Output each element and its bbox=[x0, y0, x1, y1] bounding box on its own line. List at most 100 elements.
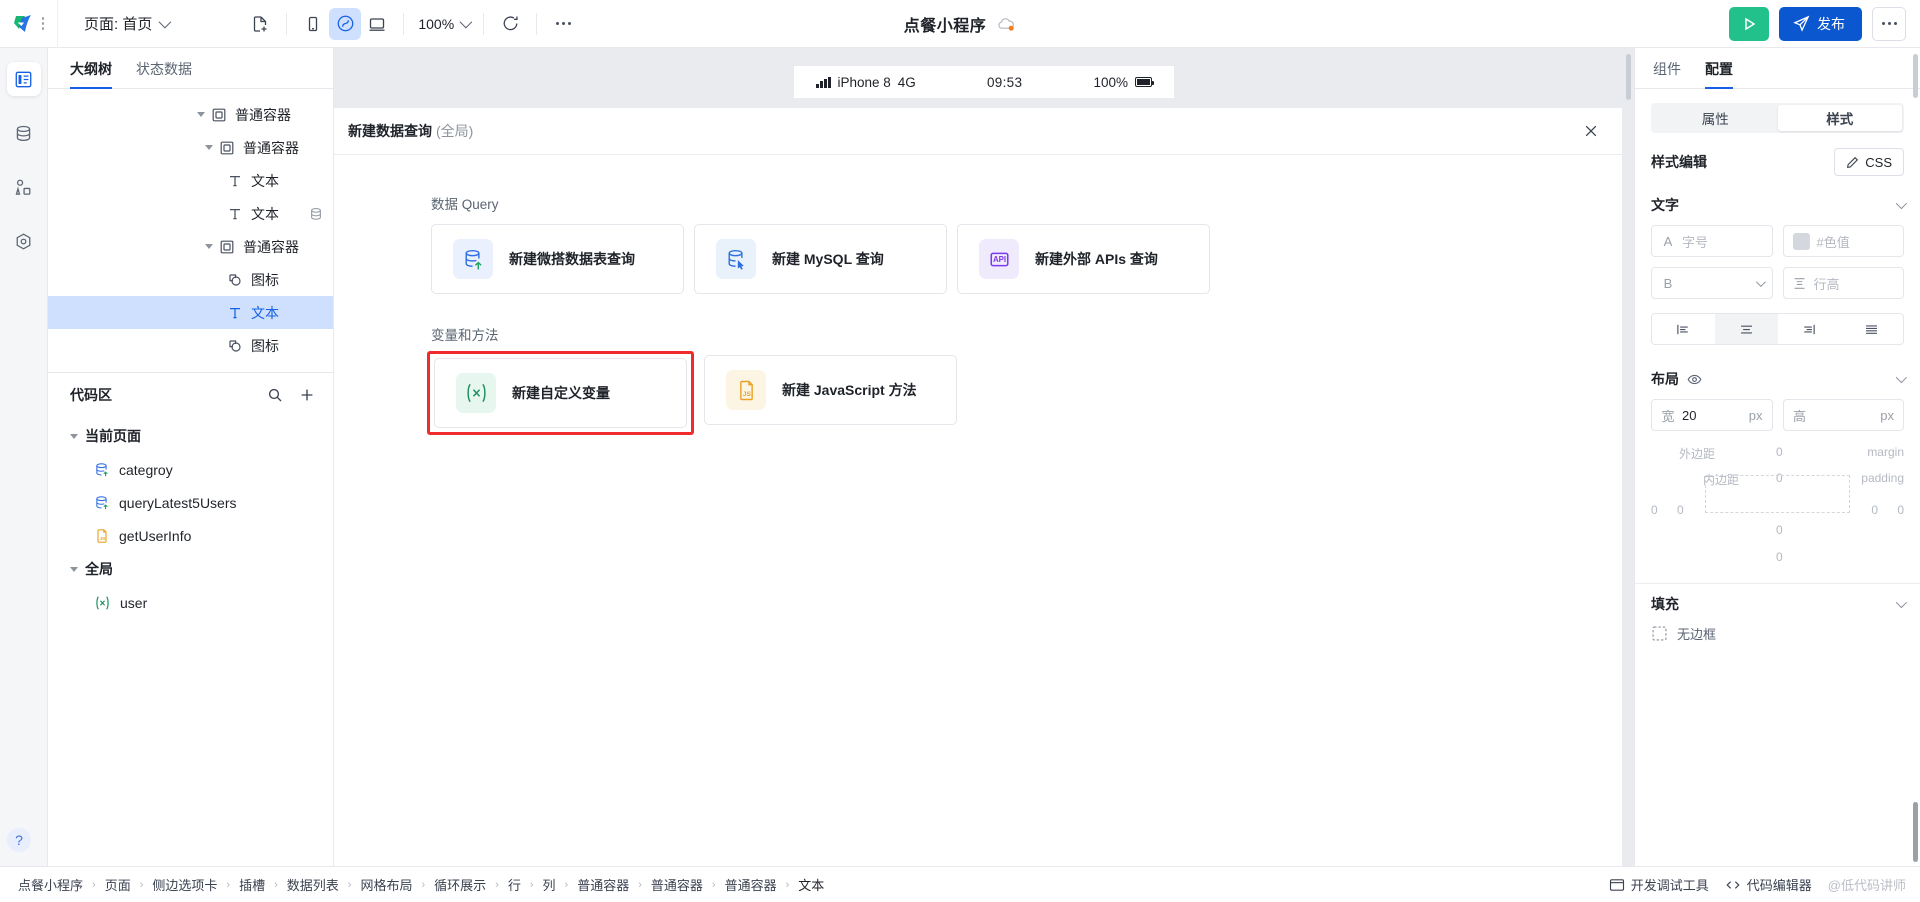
create-javascript-method-card[interactable]: JS 新建 JavaScript 方法 bbox=[704, 355, 957, 425]
tree-row[interactable]: 文本 bbox=[48, 164, 333, 197]
line-height-field[interactable]: 行高 bbox=[1782, 267, 1904, 299]
list-item-label: getUserInfo bbox=[119, 527, 192, 544]
refresh-icon[interactable] bbox=[494, 8, 526, 40]
breadcrumb-item-current[interactable]: 文本 bbox=[798, 875, 824, 894]
list-item[interactable]: JS getUserInfo bbox=[48, 519, 333, 552]
breadcrumb-item[interactable]: 循环展示 bbox=[434, 875, 486, 894]
cloud-status-icon[interactable] bbox=[996, 16, 1016, 32]
tree-row[interactable]: 图标 bbox=[48, 329, 333, 362]
divider bbox=[286, 12, 288, 35]
font-weight-select[interactable]: B bbox=[1651, 267, 1773, 299]
breadcrumb-item[interactable]: 页面 bbox=[105, 875, 131, 894]
breadcrumb-item[interactable]: 点餐小程序 bbox=[18, 875, 83, 894]
plus-icon[interactable] bbox=[299, 387, 315, 403]
caret-toggle[interactable] bbox=[70, 433, 78, 439]
segment-properties[interactable]: 属性 bbox=[1653, 105, 1778, 131]
section-header-text[interactable]: 文字 bbox=[1635, 185, 1920, 225]
align-center-icon[interactable] bbox=[1714, 314, 1778, 344]
text-color-field[interactable]: #色值 bbox=[1782, 225, 1904, 257]
text-icon bbox=[225, 174, 245, 188]
create-custom-variable-card[interactable]: 新建自定义变量 bbox=[434, 358, 687, 428]
list-item[interactable]: queryLatest5Users bbox=[48, 486, 333, 519]
sidebar-item-plugins[interactable] bbox=[7, 224, 41, 258]
margin-right-value[interactable]: 0 bbox=[1897, 503, 1904, 517]
js-file-icon: JS bbox=[726, 370, 766, 410]
sidebar-item-outline[interactable] bbox=[6, 62, 41, 96]
tree-row[interactable]: 图标 bbox=[48, 263, 333, 296]
breadcrumb-item[interactable]: 数据列表 bbox=[287, 875, 339, 894]
caret-toggle[interactable] bbox=[201, 244, 217, 249]
align-left-icon[interactable] bbox=[1652, 314, 1715, 344]
no-border-option[interactable]: 无边框 bbox=[1635, 624, 1920, 651]
breadcrumb-item[interactable]: 插槽 bbox=[239, 875, 265, 894]
create-external-apis-query-card[interactable]: API 新建外部 APIs 查询 bbox=[957, 224, 1210, 294]
section-header-layout[interactable]: 布局 bbox=[1635, 359, 1920, 399]
tab-outline-tree[interactable]: 大纲树 bbox=[70, 59, 112, 89]
logo-zone[interactable] bbox=[0, 0, 58, 48]
right-panel-scrollbar-bottom[interactable] bbox=[1913, 802, 1918, 862]
zoom-control[interactable]: 100% bbox=[414, 16, 473, 32]
eye-icon[interactable] bbox=[1687, 372, 1702, 387]
tree-row[interactable]: 文本 bbox=[48, 296, 333, 329]
margin-bottom-value[interactable]: 0 bbox=[1776, 550, 1783, 564]
color-swatch[interactable] bbox=[1792, 232, 1810, 250]
list-item[interactable]: user bbox=[48, 586, 333, 619]
kebab-vertical-icon[interactable] bbox=[41, 17, 45, 30]
breadcrumb-item[interactable]: 列 bbox=[543, 875, 556, 894]
align-justify-icon[interactable] bbox=[1840, 314, 1903, 344]
breadcrumb-item[interactable]: 侧边选项卡 bbox=[152, 875, 217, 894]
code-inspect-button[interactable]: 代码编辑器 bbox=[1725, 875, 1812, 894]
create-weda-datasource-query-card[interactable]: 新建微搭数据表查询 bbox=[431, 224, 684, 294]
segment-style[interactable]: 样式 bbox=[1777, 105, 1902, 131]
align-right-icon[interactable] bbox=[1778, 314, 1841, 344]
caret-toggle[interactable] bbox=[193, 112, 209, 117]
sidebar-item-components[interactable] bbox=[7, 170, 41, 204]
miniprogram-preview-icon[interactable] bbox=[329, 7, 362, 40]
page-selector[interactable]: 页面: 首页 bbox=[84, 13, 172, 34]
run-button[interactable] bbox=[1729, 6, 1769, 41]
code-group-global[interactable]: 全局 bbox=[48, 552, 333, 586]
close-icon[interactable] bbox=[1580, 120, 1602, 142]
new-page-icon[interactable] bbox=[244, 8, 276, 40]
tab-state-data[interactable]: 状态数据 bbox=[136, 59, 192, 88]
width-field[interactable]: 宽 20 px bbox=[1651, 399, 1773, 431]
app-more-button[interactable] bbox=[1872, 6, 1906, 41]
create-mysql-query-card[interactable]: 新建 MySQL 查询 bbox=[694, 224, 947, 294]
css-edit-button[interactable]: CSS bbox=[1834, 148, 1904, 176]
padding-right-value[interactable]: 0 bbox=[1871, 503, 1878, 517]
devtools-button[interactable]: 开发调试工具 bbox=[1609, 875, 1709, 894]
tab-config[interactable]: 配置 bbox=[1705, 59, 1733, 89]
breadcrumb-item[interactable]: 普通容器 bbox=[577, 875, 629, 894]
breadcrumb-item[interactable]: 网格布局 bbox=[360, 875, 412, 894]
padding-left-value[interactable]: 0 bbox=[1677, 503, 1684, 517]
caret-toggle[interactable] bbox=[70, 566, 78, 572]
help-icon[interactable]: ? bbox=[7, 828, 31, 852]
tree-row[interactable]: 普通容器 bbox=[48, 98, 333, 131]
code-group-current-page[interactable]: 当前页面 bbox=[48, 419, 333, 453]
publish-button[interactable]: 发布 bbox=[1779, 6, 1862, 41]
desktop-preview-icon[interactable] bbox=[361, 8, 393, 40]
search-icon[interactable] bbox=[267, 387, 283, 403]
more-horizontal-icon[interactable] bbox=[547, 8, 579, 40]
tree-row[interactable]: 文本 bbox=[48, 197, 333, 230]
canvas-scrollbar[interactable] bbox=[1626, 54, 1631, 100]
right-panel-scrollbar[interactable] bbox=[1913, 54, 1918, 98]
mobile-preview-icon[interactable] bbox=[297, 8, 329, 40]
breadcrumb-item[interactable]: 普通容器 bbox=[725, 875, 777, 894]
tab-components[interactable]: 组件 bbox=[1653, 59, 1681, 88]
font-size-field[interactable]: A 字号 bbox=[1651, 225, 1773, 257]
list-item[interactable]: categroy bbox=[48, 453, 333, 486]
margin-left-value[interactable]: 0 bbox=[1651, 503, 1658, 517]
breadcrumb-item[interactable]: 行 bbox=[508, 875, 521, 894]
breadcrumb-separator: › bbox=[564, 878, 569, 891]
margin-top-value[interactable]: 0 bbox=[1776, 445, 1783, 459]
breadcrumb-item[interactable]: 普通容器 bbox=[651, 875, 703, 894]
section-header-fill[interactable]: 填充 bbox=[1635, 584, 1920, 624]
tree-row[interactable]: 普通容器 bbox=[48, 131, 333, 164]
breadcrumb-separator: › bbox=[529, 878, 534, 891]
caret-toggle[interactable] bbox=[201, 145, 217, 150]
height-field[interactable]: 高 px bbox=[1782, 399, 1904, 431]
sidebar-item-data[interactable] bbox=[7, 116, 41, 150]
padding-bottom-value[interactable]: 0 bbox=[1776, 523, 1783, 537]
tree-row[interactable]: 普通容器 bbox=[48, 230, 333, 263]
